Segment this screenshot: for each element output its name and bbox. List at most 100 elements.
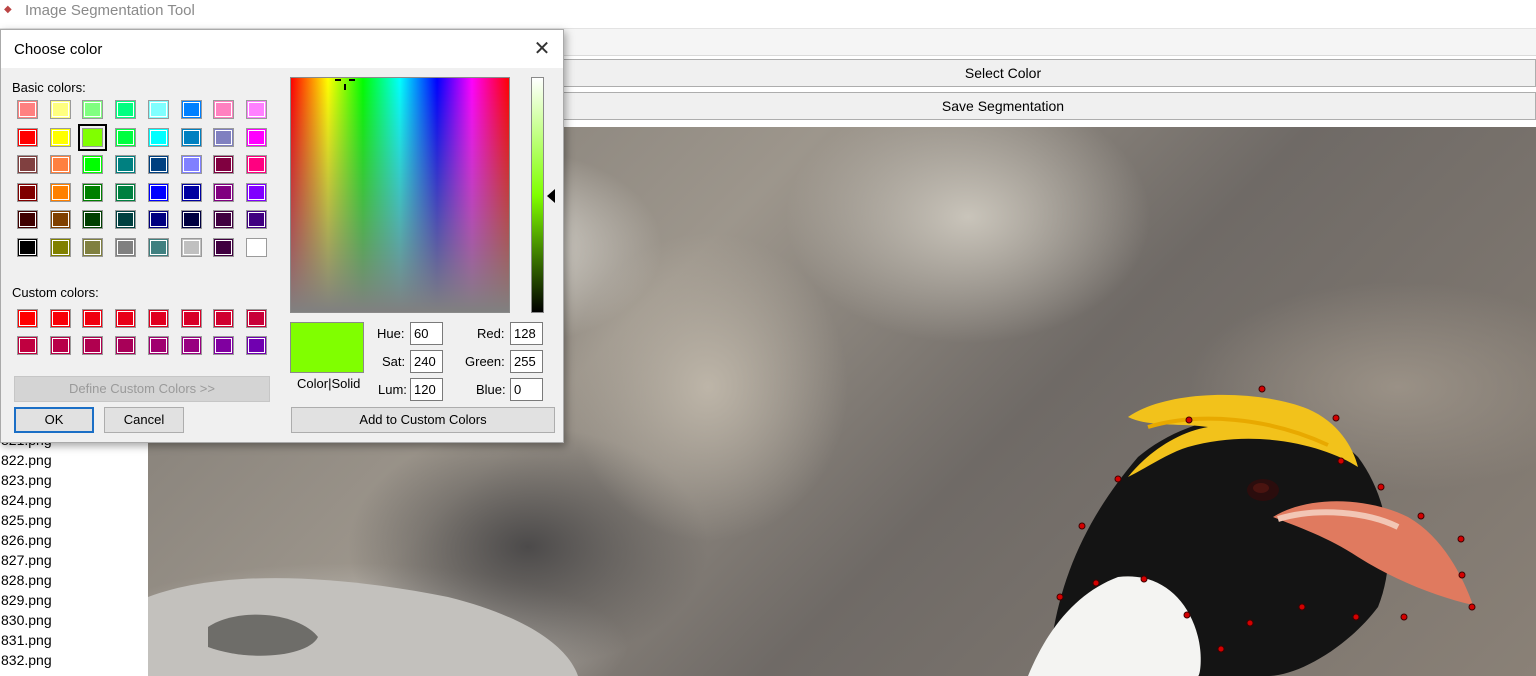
basic-color-swatch[interactable] xyxy=(245,237,267,257)
basic-color-swatch[interactable] xyxy=(213,237,235,257)
basic-color-swatch[interactable] xyxy=(115,210,137,229)
basic-color-swatch[interactable] xyxy=(49,100,71,119)
custom-color-swatch[interactable] xyxy=(213,309,235,328)
basic-color-swatch[interactable] xyxy=(17,210,38,229)
basic-color-swatch[interactable] xyxy=(180,237,202,257)
basic-color-swatch[interactable] xyxy=(115,127,137,147)
ok-button[interactable]: OK xyxy=(14,407,94,433)
red-field[interactable]: 128 xyxy=(510,322,543,345)
hue-label: Hue: xyxy=(377,326,405,341)
custom-color-swatch[interactable] xyxy=(180,336,202,355)
basic-color-swatch[interactable] xyxy=(147,182,169,202)
file-list-item[interactable]: 824.png xyxy=(1,490,52,510)
basic-color-swatch[interactable] xyxy=(213,100,235,119)
sat-label: Sat: xyxy=(382,354,406,369)
basic-color-swatch[interactable] xyxy=(213,182,235,202)
sat-field[interactable]: 240 xyxy=(410,350,443,373)
basic-color-swatch[interactable] xyxy=(213,155,235,174)
custom-color-swatch[interactable] xyxy=(245,336,267,355)
file-list-item[interactable]: 822.png xyxy=(1,450,52,470)
choose-color-dialog[interactable]: Choose color ✕ Basic colors: Custom colo… xyxy=(0,29,564,443)
lum-field[interactable]: 120 xyxy=(410,378,443,401)
basic-color-swatch[interactable] xyxy=(180,155,202,174)
file-list-item[interactable]: 829.png xyxy=(1,590,52,610)
basic-color-swatch[interactable] xyxy=(49,182,71,202)
basic-color-swatch[interactable] xyxy=(147,237,169,257)
basic-color-swatch[interactable] xyxy=(115,182,137,202)
basic-color-swatch[interactable] xyxy=(17,155,38,174)
custom-color-swatch[interactable] xyxy=(82,309,104,328)
basic-color-swatch[interactable] xyxy=(115,155,137,174)
green-field[interactable]: 255 xyxy=(510,350,543,373)
luminance-slider[interactable] xyxy=(531,77,544,313)
basic-color-swatch[interactable] xyxy=(49,210,71,229)
basic-color-swatch[interactable] xyxy=(115,237,137,257)
basic-color-swatch[interactable] xyxy=(180,182,202,202)
basic-color-swatch[interactable] xyxy=(180,127,202,147)
basic-color-swatch[interactable] xyxy=(245,182,267,202)
basic-color-swatch[interactable] xyxy=(17,100,38,119)
file-list-item[interactable]: 830.png xyxy=(1,610,52,630)
file-list-item[interactable]: 823.png xyxy=(1,470,52,490)
custom-color-swatch[interactable] xyxy=(17,336,38,355)
custom-color-swatch[interactable] xyxy=(17,309,38,328)
basic-color-swatch[interactable] xyxy=(147,100,169,119)
basic-color-swatch[interactable] xyxy=(82,237,104,257)
file-list-item[interactable]: 832.png xyxy=(1,650,52,670)
hue-field[interactable]: 60 xyxy=(410,322,443,345)
basic-color-swatch[interactable] xyxy=(147,210,169,229)
file-list-item[interactable]: 828.png xyxy=(1,570,52,590)
basic-color-swatch[interactable] xyxy=(180,100,202,119)
blue-field[interactable]: 0 xyxy=(510,378,543,401)
custom-color-swatch[interactable] xyxy=(49,309,71,328)
basic-color-swatch[interactable] xyxy=(82,100,104,119)
custom-color-swatch[interactable] xyxy=(213,336,235,355)
custom-color-swatch[interactable] xyxy=(115,309,137,328)
basic-color-swatch[interactable] xyxy=(17,182,38,202)
file-list-item[interactable]: 825.png xyxy=(1,510,52,530)
dialog-title-bar: Choose color ✕ xyxy=(1,30,563,68)
color-spectrum[interactable] xyxy=(290,77,510,313)
basic-color-swatch[interactable] xyxy=(82,210,104,229)
basic-color-swatch[interactable] xyxy=(147,127,169,147)
luminance-arrow-icon[interactable] xyxy=(547,189,555,203)
custom-color-swatch[interactable] xyxy=(147,309,169,328)
lum-label: Lum: xyxy=(378,382,407,397)
color-preview xyxy=(290,322,364,373)
basic-color-swatch[interactable] xyxy=(245,127,267,147)
save-segmentation-button[interactable]: Save Segmentation xyxy=(470,92,1536,120)
preview-label: Color|Solid xyxy=(297,376,361,391)
app-icon: ◆ xyxy=(4,4,12,15)
custom-color-swatch[interactable] xyxy=(115,336,137,355)
basic-color-swatch[interactable] xyxy=(245,155,267,174)
title-bar: ◆ Image Segmentation Tool xyxy=(0,0,1536,29)
basic-color-swatch[interactable] xyxy=(245,100,267,119)
basic-color-swatch[interactable] xyxy=(115,100,137,119)
close-icon[interactable]: ✕ xyxy=(527,36,557,62)
basic-color-swatch[interactable] xyxy=(49,127,71,147)
basic-color-swatch[interactable] xyxy=(82,155,104,174)
basic-color-swatch[interactable] xyxy=(17,127,38,147)
custom-color-swatch[interactable] xyxy=(245,309,267,328)
cancel-button[interactable]: Cancel xyxy=(104,407,184,433)
basic-color-swatch[interactable] xyxy=(245,210,267,229)
custom-color-swatch[interactable] xyxy=(147,336,169,355)
file-list-item[interactable]: 831.png xyxy=(1,630,52,650)
basic-color-swatch[interactable] xyxy=(147,155,169,174)
file-list-item[interactable]: 827.png xyxy=(1,550,52,570)
add-to-custom-colors-button[interactable]: Add to Custom Colors xyxy=(291,407,555,433)
custom-color-swatch[interactable] xyxy=(49,336,71,355)
basic-color-swatch[interactable] xyxy=(49,155,71,174)
basic-color-swatch[interactable] xyxy=(82,182,104,202)
window-title: Image Segmentation Tool xyxy=(25,2,195,19)
basic-color-swatch[interactable] xyxy=(17,237,38,257)
basic-color-swatch[interactable] xyxy=(78,123,108,151)
custom-color-swatch[interactable] xyxy=(82,336,104,355)
basic-color-swatch[interactable] xyxy=(213,127,235,147)
select-color-button[interactable]: Select Color xyxy=(470,59,1536,87)
basic-color-swatch[interactable] xyxy=(49,237,71,257)
basic-color-swatch[interactable] xyxy=(180,210,202,229)
custom-color-swatch[interactable] xyxy=(180,309,202,328)
file-list-item[interactable]: 826.png xyxy=(1,530,52,550)
basic-color-swatch[interactable] xyxy=(213,210,235,229)
